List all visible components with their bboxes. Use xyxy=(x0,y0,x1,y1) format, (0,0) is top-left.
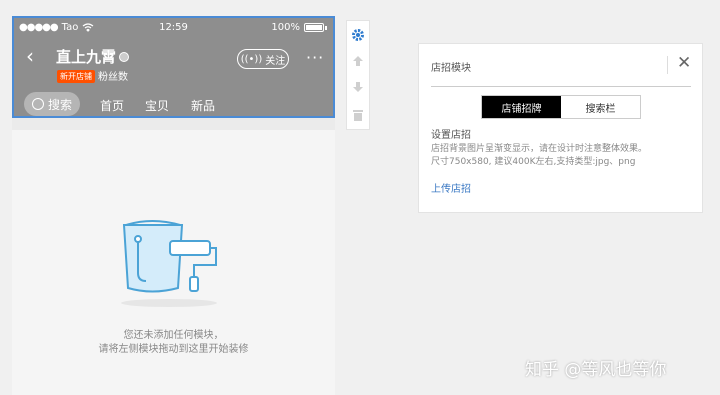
fans-count-label: 粉丝数 xyxy=(98,72,128,83)
shop-name: 直上九霄 xyxy=(56,48,117,66)
shop-info-row: ‹ 直上九霄 新开店铺 粉丝数 ((•)) 关注 ··· xyxy=(14,40,333,84)
module-drop-zone[interactable]: 您还未添加任何模块， 请将左侧模块拖动到这里开始装修 xyxy=(12,130,335,395)
arrow-up-icon[interactable] xyxy=(347,49,369,73)
new-store-badge: 新开店铺 xyxy=(57,70,95,83)
follow-button[interactable]: ((•)) 关注 xyxy=(237,49,289,69)
search-button[interactable]: 搜索 xyxy=(24,92,80,116)
battery-tip xyxy=(325,25,327,30)
paint-bucket-icon xyxy=(121,220,217,307)
battery-group: 100% xyxy=(271,22,327,33)
empty-hint-line1: 您还未添加任何模块， xyxy=(123,330,224,341)
battery-percent: 100% xyxy=(271,22,300,33)
tab-switcher: 店铺招牌 搜索栏 xyxy=(481,95,641,119)
setting-desc-line1: 店招背景图片呈渐变显示，请在设计时注意整体效果。 xyxy=(431,144,648,154)
module-toolbar xyxy=(346,20,370,130)
phone-preview: ●●●●● Tao 12:59 100% ‹ 直上九霄 新开店铺 粉丝数 ((•… xyxy=(12,16,335,395)
verified-icon xyxy=(119,51,130,62)
status-bar: ●●●●● Tao 12:59 100% xyxy=(14,18,333,38)
trash-icon[interactable] xyxy=(347,103,369,127)
search-label: 搜索 xyxy=(47,97,72,112)
watermark: 知乎 @等风也等你 xyxy=(525,360,667,380)
nav-item-new[interactable]: 新品 xyxy=(191,97,215,114)
chevron-left-icon[interactable]: ‹ xyxy=(26,46,34,66)
gear-icon[interactable] xyxy=(347,23,369,47)
shop-nav: 搜索 首页 宝贝 新品 xyxy=(14,90,333,118)
search-icon xyxy=(31,98,44,110)
close-icon[interactable]: ✕ xyxy=(677,53,691,73)
arrow-down-icon[interactable] xyxy=(347,75,369,99)
broadcast-icon: ((•)) xyxy=(240,53,263,65)
module-settings-panel: 店招模块 ✕ 店铺招牌 搜索栏 设置店招 店招背景图片呈渐变显示，请在设计时注意… xyxy=(418,43,703,213)
nav-item-products[interactable]: 宝贝 xyxy=(145,97,169,114)
follow-label: 关注 xyxy=(265,55,286,67)
upload-sign-link[interactable]: 上传店招 xyxy=(431,180,471,195)
shop-name-group: 直上九霄 xyxy=(56,46,130,67)
empty-hint-line2: 请将左侧模块拖动到这里开始装修 xyxy=(98,344,249,355)
tab-search-bar[interactable]: 搜索栏 xyxy=(561,96,640,118)
nav-item-home[interactable]: 首页 xyxy=(100,97,124,114)
setting-title: 设置店招 xyxy=(431,130,471,141)
panel-divider xyxy=(667,56,668,74)
more-icon[interactable]: ··· xyxy=(306,48,324,67)
panel-title: 店招模块 xyxy=(431,63,471,74)
panel-header-line xyxy=(431,86,691,87)
battery-icon xyxy=(304,23,324,32)
tab-shop-sign[interactable]: 店铺招牌 xyxy=(482,96,561,118)
shop-header-module[interactable]: ●●●●● Tao 12:59 100% ‹ 直上九霄 新开店铺 粉丝数 ((•… xyxy=(12,16,335,118)
setting-desc-line2: 尺寸750x580, 建议400K左右,支持类型:jpg、png xyxy=(431,157,636,167)
setting-description: 店招背景图片呈渐变显示，请在设计时注意整体效果。 尺寸750x580, 建议40… xyxy=(431,143,696,169)
